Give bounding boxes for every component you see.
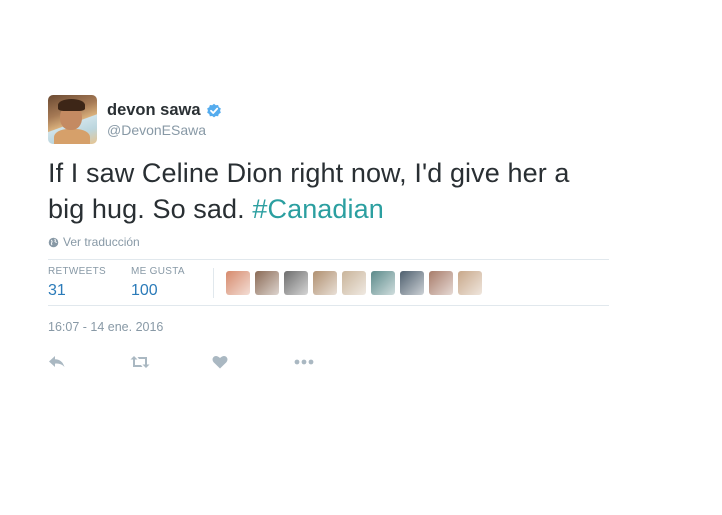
tweet-stats: RETWEETS 31 ME GUSTA 100 (48, 259, 609, 306)
likes-count: 100 (131, 282, 158, 299)
likes-label: ME GUSTA (131, 266, 185, 277)
retweet-icon (130, 356, 150, 368)
liker-avatars (226, 271, 487, 295)
stats-divider (213, 268, 214, 298)
more-button[interactable] (294, 352, 376, 372)
display-name[interactable]: devon sawa (107, 101, 201, 120)
like-button[interactable] (212, 352, 294, 372)
translate-label: Ver traducción (63, 235, 140, 249)
tweet-timestamp[interactable]: 16:07 - 14 ene. 2016 (48, 320, 609, 334)
hashtag-link[interactable]: #Canadian (252, 194, 384, 224)
tweet-card: devon sawa @DevonESawa If I saw Celine D… (48, 95, 609, 372)
user-handle[interactable]: @DevonESawa (107, 122, 206, 138)
avatar-hair-shape (58, 99, 85, 111)
tweet-header: devon sawa @DevonESawa (48, 95, 609, 145)
verified-badge-icon (206, 103, 221, 117)
avatar-body-shape (54, 129, 90, 144)
liker-avatar[interactable] (342, 271, 366, 295)
reply-button[interactable] (48, 352, 130, 372)
reply-icon (49, 356, 65, 367)
retweets-label: RETWEETS (48, 266, 106, 277)
globe-icon (48, 237, 59, 247)
name-row: devon sawa (107, 101, 222, 120)
liker-avatar[interactable] (313, 271, 337, 295)
liker-avatar[interactable] (458, 271, 482, 295)
avatar[interactable] (48, 95, 97, 144)
retweets-count: 31 (48, 282, 66, 299)
retweets-stat[interactable]: RETWEETS 31 (48, 266, 106, 300)
more-icon (294, 359, 314, 365)
retweet-button[interactable] (130, 352, 212, 372)
liker-avatar[interactable] (284, 271, 308, 295)
liker-avatar[interactable] (226, 271, 250, 295)
translate-link[interactable]: Ver traducción (48, 235, 609, 249)
liker-avatar[interactable] (371, 271, 395, 295)
liker-avatar[interactable] (255, 271, 279, 295)
tweet-actions (48, 352, 609, 372)
liker-avatar[interactable] (429, 271, 453, 295)
tweet-text: If I saw Celine Dion right now, I'd give… (48, 155, 609, 227)
likes-stat[interactable]: ME GUSTA 100 (131, 266, 185, 300)
liker-avatar[interactable] (400, 271, 424, 295)
heart-icon (212, 356, 228, 369)
